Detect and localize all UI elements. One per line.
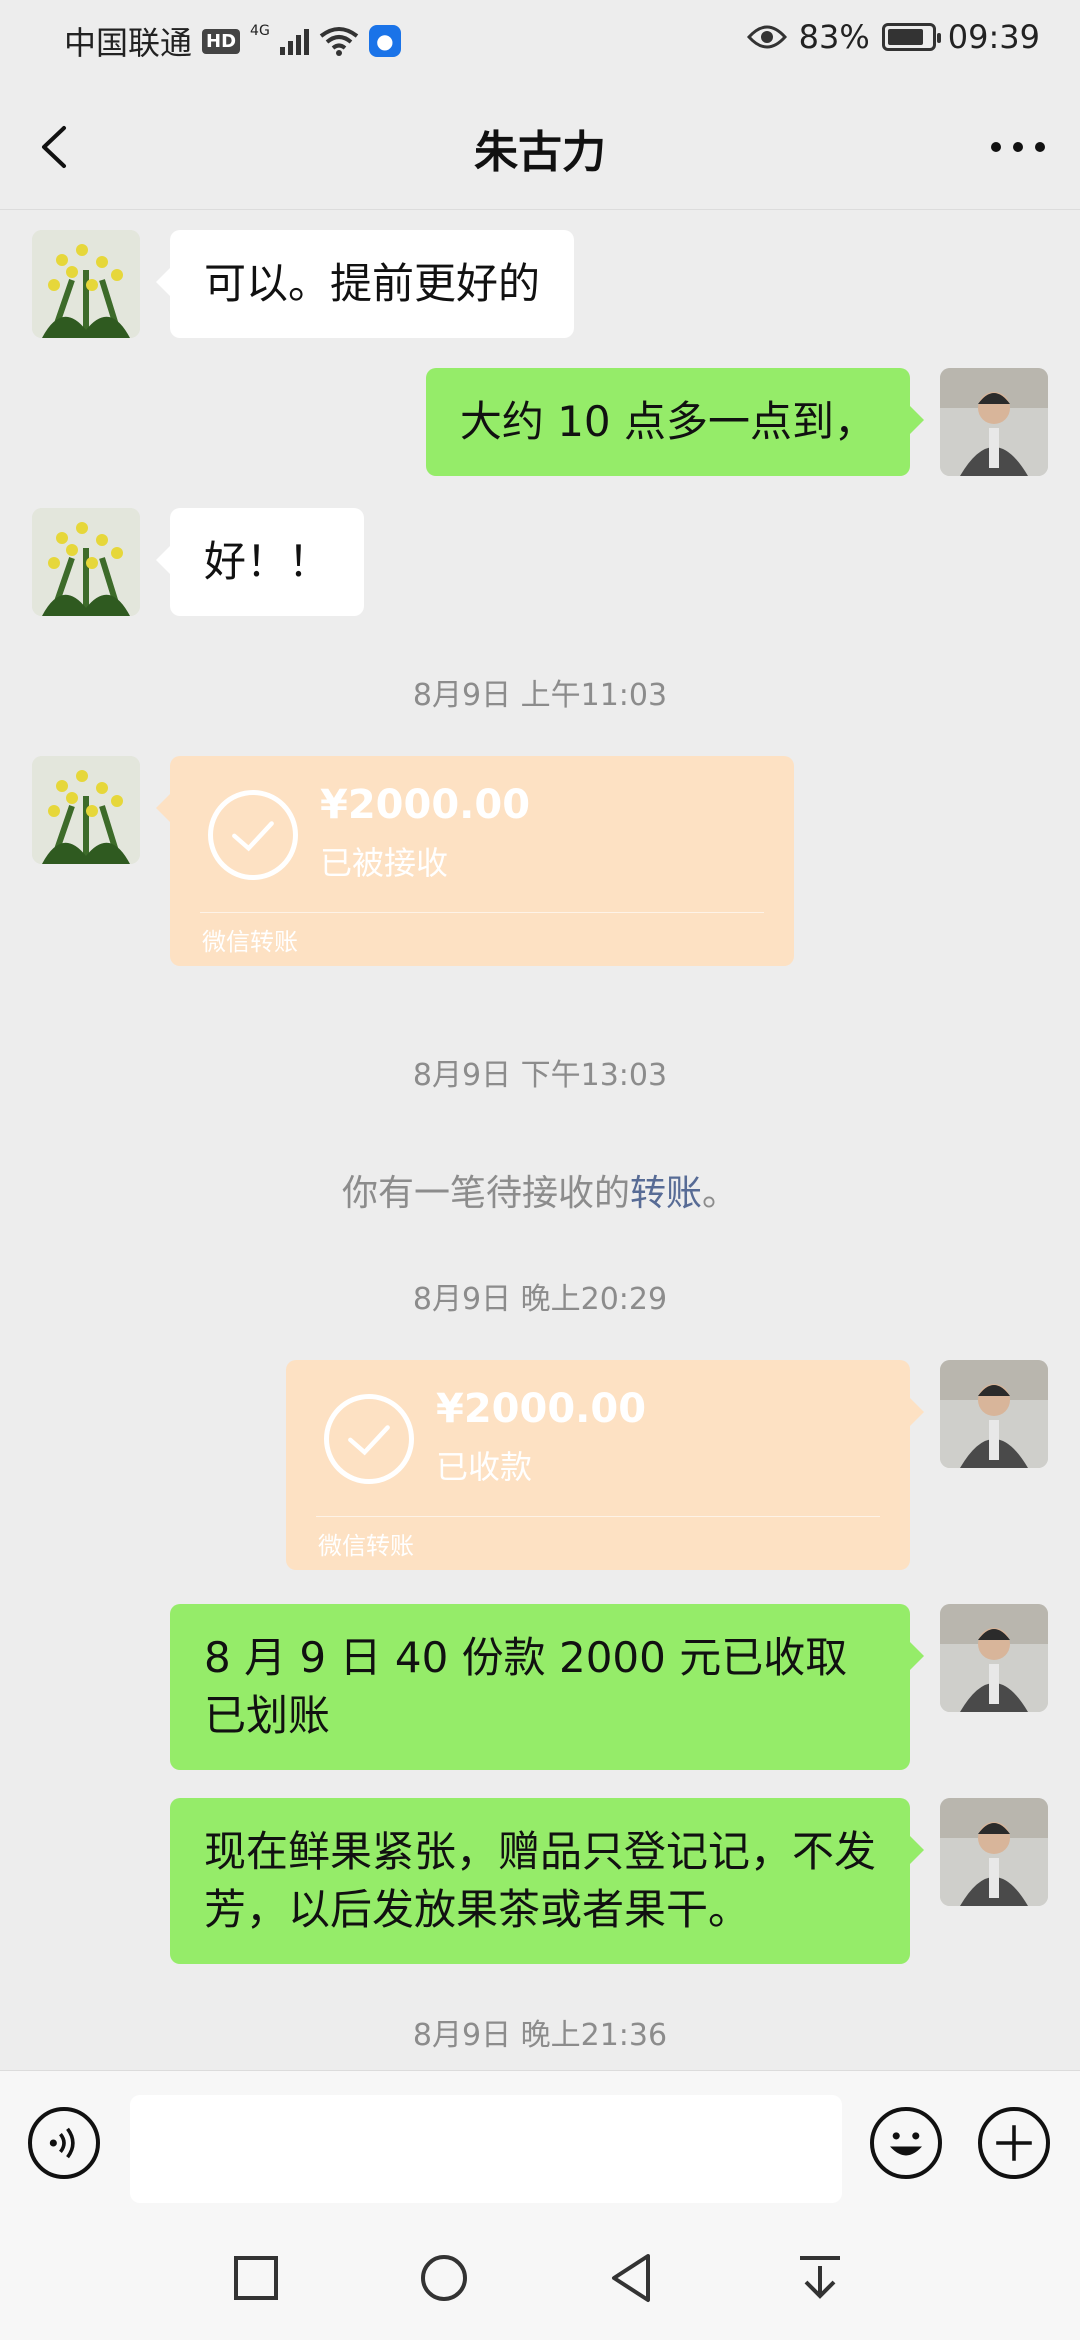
message-bubble[interactable]: 好！！ xyxy=(155,508,365,616)
transfer-label: 微信转账 xyxy=(318,1532,414,1560)
timestamp: 8月9日 下午13:03 xyxy=(412,1058,668,1093)
transfer-amount: ¥2000.00 xyxy=(320,782,531,828)
back-icon[interactable] xyxy=(602,2248,662,2308)
chat-area[interactable]: 可以。提前更好的 大约 10 点多一点到， 好！！ 8月9日 上午11:03 ¥… xyxy=(0,210,1080,2070)
transfer-status: 已收款 xyxy=(436,1448,533,1486)
page-title: 朱古力 xyxy=(474,127,606,178)
timestamp: 8月9日 晚上20:29 xyxy=(412,1282,668,1317)
system-text: 你有一笔待接收的 xyxy=(341,1173,630,1214)
my-avatar[interactable] xyxy=(940,1798,1048,1906)
hd-badge: HD xyxy=(202,28,241,54)
message-text: 可以。提前更好的 xyxy=(204,259,541,308)
emoji-icon[interactable] xyxy=(870,2107,942,2179)
system-suffix: 。 xyxy=(702,1173,739,1214)
my-avatar[interactable] xyxy=(940,1604,1048,1712)
check-circle-icon xyxy=(208,790,298,880)
signal-icon xyxy=(279,27,309,55)
timestamp: 8月9日 晚上21:36 xyxy=(412,2018,668,2053)
divider xyxy=(200,912,764,913)
contact-avatar[interactable] xyxy=(32,756,140,864)
input-bar xyxy=(0,2070,1080,2210)
notification-pull-icon[interactable] xyxy=(790,2248,850,2308)
message-bubble[interactable]: 大约 10 点多一点到， xyxy=(425,368,925,476)
message-bubble[interactable]: 可以。提前更好的 xyxy=(155,230,575,338)
wifi-icon xyxy=(319,27,359,56)
timestamp: 8月9日 上午11:03 xyxy=(412,678,668,713)
system-message: 你有一笔待接收的转账。 xyxy=(0,1164,1080,1216)
contact-avatar[interactable] xyxy=(32,508,140,616)
my-avatar[interactable] xyxy=(940,368,1048,476)
plus-icon[interactable] xyxy=(978,2107,1050,2179)
message-text: 大约 10 点多一点到， xyxy=(459,397,876,446)
transfer-status: 已被接收 xyxy=(320,844,449,882)
battery-percent: 83% xyxy=(798,18,870,56)
transfer-link[interactable]: 转账 xyxy=(630,1173,702,1214)
voice-icon[interactable] xyxy=(28,2107,100,2179)
message-bubble[interactable]: 8 月 9 日 40 份款 2000 元已收取已划账 xyxy=(170,1604,924,1770)
more-dots-icon[interactable] xyxy=(986,120,1050,174)
message-text: 8 月 9 日 40 份款 2000 元已收取已划账 xyxy=(204,1633,848,1740)
status-bar: 中国联通 HD 4G ● 83% 09:39 xyxy=(0,0,1080,84)
transfer-card[interactable]: ¥2000.00 已被接收 微信转账 xyxy=(156,756,794,966)
system-nav-bar xyxy=(0,2210,1080,2340)
divider xyxy=(316,1516,880,1517)
battery-icon xyxy=(881,23,941,51)
transfer-label: 微信转账 xyxy=(202,928,298,956)
home-icon[interactable] xyxy=(414,2248,474,2308)
network-type: 4G xyxy=(250,23,270,39)
eye-icon xyxy=(746,25,787,49)
clock: 09:39 xyxy=(947,18,1040,56)
chat-header: 朱古力 xyxy=(0,84,1080,210)
message-text: 现在鲜果紧张，赠品只登记记，不发芳，以后发放果茶或者果干。 xyxy=(204,1827,877,1934)
message-input[interactable] xyxy=(130,2095,842,2203)
message-text: 好！！ xyxy=(204,537,331,586)
recent-apps-icon[interactable] xyxy=(226,2248,286,2308)
my-avatar[interactable] xyxy=(940,1360,1048,1468)
check-circle-icon xyxy=(324,1394,414,1484)
message-bubble[interactable]: 现在鲜果紧张，赠品只登记记，不发芳，以后发放果茶或者果干。 xyxy=(170,1798,924,1964)
status-left: 中国联通 HD 4G ● xyxy=(64,18,401,64)
status-right: 83% 09:39 xyxy=(746,18,1040,56)
contact-avatar[interactable] xyxy=(32,230,140,338)
bulb-icon: ● xyxy=(368,25,401,57)
transfer-amount: ¥2000.00 xyxy=(436,1386,647,1432)
transfer-card[interactable]: ¥2000.00 已收款 微信转账 xyxy=(286,1360,924,1570)
carrier-name: 中国联通 xyxy=(64,24,193,62)
